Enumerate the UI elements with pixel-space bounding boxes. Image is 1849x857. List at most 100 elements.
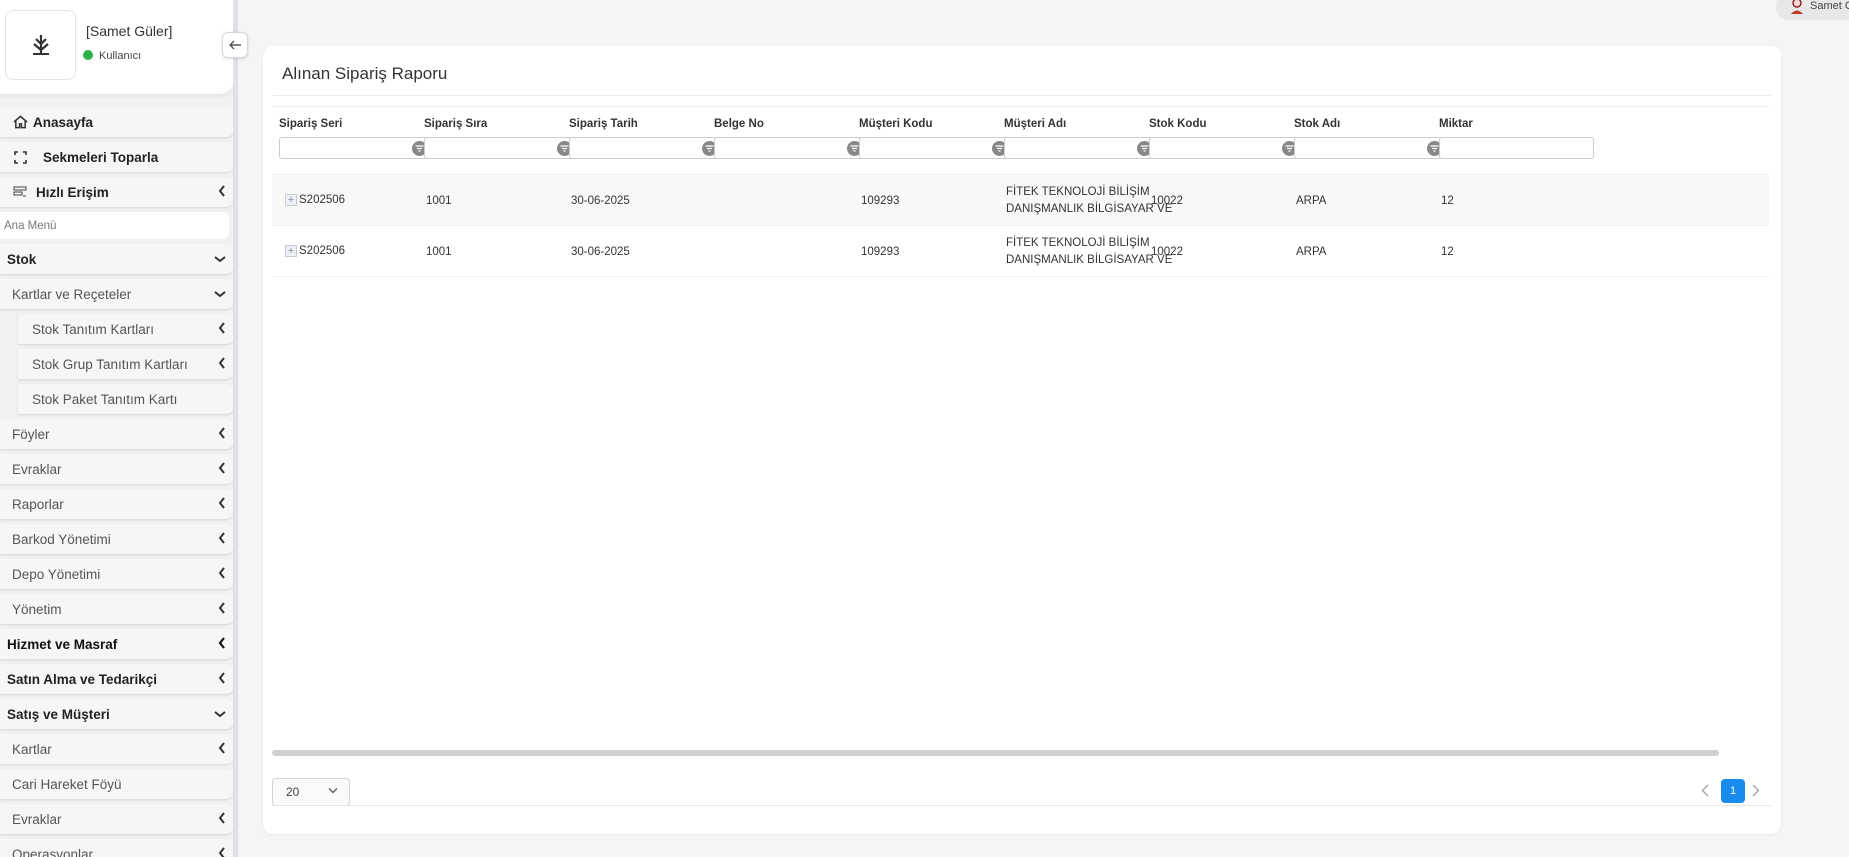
musteri-adi-line: FİTEK TEKNOLOJİ BİLİŞİM — [1006, 185, 1150, 198]
arrow-left-icon — [229, 40, 241, 50]
filter-input[interactable] — [424, 137, 579, 159]
sidebar-item-kartlar[interactable]: Kartlar — [0, 734, 234, 764]
sidebar-item-satin-alma-ve-tedarikci[interactable]: Satın Alma ve Tedarikçi — [0, 664, 234, 694]
sidebar-item-kartlar-ve-receteler[interactable]: Kartlar ve Reçeteler — [0, 279, 234, 309]
expand-row-icon[interactable]: + — [285, 194, 297, 206]
sidebar-item-label: Evraklar — [12, 811, 62, 827]
footer-divider — [272, 805, 1771, 806]
sidebar-item-label: Sekmeleri Toparla — [43, 149, 159, 165]
sidebar-item-raporlar[interactable]: Raporlar — [0, 489, 234, 519]
top-user-menu[interactable]: Samet G — [1776, 0, 1849, 20]
sidebar-item-evraklar-satis[interactable]: Evraklar — [0, 804, 234, 834]
cell-miktar: 12 — [1441, 194, 1454, 207]
filter-input[interactable] — [1294, 137, 1449, 159]
sidebar-item-label: Evraklar — [12, 461, 62, 477]
musteri-adi-line: DANIŞMANLIK BİLGİSAYAR VE — [1006, 202, 1173, 215]
sidebar-item-foyler[interactable]: Föyler — [0, 419, 234, 449]
sidebar-item-label: Kartlar ve Reçeteler — [12, 286, 132, 302]
data-grid: Sipariş Seri Sipariş Sıra Sipariş Tarih … — [272, 106, 1769, 676]
chevron-left-icon — [218, 357, 225, 369]
menu-search-input[interactable]: Ana Menü — [0, 212, 229, 239]
sidebar-item-label: Anasayfa — [33, 114, 94, 130]
cell-musteri-adi: FİTEK TEKNOLOJİ BİLİŞİM DANIŞMANLIK BİLG… — [1006, 175, 1172, 226]
chevron-left-icon — [218, 602, 225, 614]
chevron-down-icon — [214, 711, 226, 718]
sidebar-item-label: Depo Yönetimi — [12, 566, 101, 582]
chevron-left-icon — [218, 497, 225, 509]
next-page-icon[interactable] — [1752, 784, 1760, 802]
sidebar-item-label: Hızlı Erişim — [36, 184, 109, 200]
sidebar-item-satis-ve-musteri[interactable]: Satış ve Müşteri — [0, 699, 234, 729]
expand-icon — [7, 150, 33, 164]
cell-siparis-sira: 1001 — [426, 245, 452, 258]
sidebar-item-hizli-erisim[interactable]: Hızlı Erişim — [0, 177, 234, 207]
sidebar-collapse-button[interactable] — [222, 32, 248, 58]
horizontal-scrollbar[interactable] — [272, 750, 1719, 756]
sidebar-item-label: Föyler — [12, 426, 50, 442]
page-size-select[interactable]: 20 — [272, 778, 350, 806]
expand-row-icon[interactable]: + — [285, 245, 297, 257]
logo-icon — [32, 35, 49, 55]
filter-input[interactable] — [1004, 137, 1159, 159]
chevron-left-icon — [218, 567, 225, 579]
chevron-down-icon — [214, 256, 226, 263]
sidebar-item-anasayfa[interactable]: Anasayfa — [0, 107, 234, 137]
sidebar-item-stok-paket-tanitim-karti[interactable]: Stok Paket Tanıtım Kartı — [18, 384, 234, 414]
cell-musteri-adi: FİTEK TEKNOLOJİ BİLİŞİM DANIŞMANLIK BİLG… — [1006, 226, 1172, 277]
chevron-down-icon — [328, 788, 338, 794]
filter-input[interactable] — [1149, 137, 1304, 159]
table-row[interactable]: + S202506 1001 30-06-2025 109293 FİTEK T… — [272, 175, 1769, 226]
prev-page-icon[interactable] — [1701, 784, 1709, 802]
filter-input[interactable] — [279, 137, 434, 159]
chevron-down-icon — [214, 291, 226, 298]
cell-stok-kodu: 10022 — [1151, 194, 1183, 207]
profile-name: [Samet Güler] — [86, 23, 173, 39]
sidebar-item-stok-grup-tanitim-kartlari[interactable]: Stok Grup Tanıtım Kartları — [18, 349, 234, 379]
cell-stok-adi: ARPA — [1296, 194, 1327, 207]
profile-panel: [Samet Güler] Kullanıcı — [0, 0, 234, 94]
top-user-name: Samet G — [1810, 0, 1849, 12]
filter-input[interactable] — [569, 137, 724, 159]
page-number-button[interactable]: 1 — [1721, 779, 1745, 803]
filter-input[interactable] — [1439, 137, 1594, 159]
table-row[interactable]: + S202506 1001 30-06-2025 109293 FİTEK T… — [272, 226, 1769, 277]
chevron-left-icon — [218, 742, 225, 754]
filter-input[interactable] — [859, 137, 1014, 159]
sidebar-item-label: Operasyonlar — [12, 846, 94, 857]
musteri-adi-line: DANIŞMANLIK BİLGİSAYAR VE — [1006, 253, 1173, 266]
page-title: Alınan Sipariş Raporu — [282, 64, 448, 83]
page-size-value: 20 — [286, 785, 300, 799]
profile-role: Kullanıcı — [99, 50, 142, 62]
sidebar-item-cari-hareket-foyu[interactable]: Cari Hareket Föyü — [0, 769, 234, 799]
cell-stok-adi: ARPA — [1296, 245, 1327, 258]
chevron-left-icon — [218, 427, 225, 439]
cell-musteri-kodu: 109293 — [861, 194, 900, 207]
sidebar-item-yonetim[interactable]: Yönetim — [0, 594, 234, 624]
sidebar-item-barkod-yonetimi[interactable]: Barkod Yönetimi — [0, 524, 234, 554]
cell-siparis-tarih: 30-06-2025 — [571, 194, 630, 207]
sidebar-item-evraklar[interactable]: Evraklar — [0, 454, 234, 484]
chevron-left-icon — [218, 532, 225, 544]
sidebar-item-label: Stok — [7, 251, 37, 267]
user-avatar-icon — [1790, 0, 1804, 17]
sidebar-item-label: Satış ve Müşteri — [7, 706, 110, 722]
cell-siparis-seri: S202506 — [299, 244, 346, 257]
sidebar-item-operasyonlar[interactable]: Operasyonlar — [0, 839, 234, 857]
online-status-dot — [83, 50, 93, 60]
chevron-left-icon — [218, 637, 225, 649]
cell-miktar: 12 — [1441, 245, 1454, 258]
sidebar-item-stok[interactable]: Stok — [0, 244, 234, 274]
sidebar-item-sekmeleri-toparla[interactable]: Sekmeleri Toparla — [0, 142, 234, 172]
sidebar-item-label: Raporlar — [12, 496, 64, 512]
chevron-left-icon — [218, 185, 225, 197]
sidebar-item-hizmet-ve-masraf[interactable]: Hizmet ve Masraf — [0, 629, 234, 659]
company-logo — [5, 10, 76, 80]
filter-input[interactable] — [714, 137, 869, 159]
sidebar-item-depo-yonetimi[interactable]: Depo Yönetimi — [0, 559, 234, 589]
report-card: Alınan Sipariş Raporu Sipariş Seri Sipar… — [263, 46, 1781, 834]
cell-siparis-seri: S202506 — [299, 193, 346, 206]
sidebar-item-stok-tanitim-kartlari[interactable]: Stok Tanıtım Kartları — [18, 314, 234, 344]
column-miktar: Miktar — [1439, 118, 1609, 159]
grid-header: Sipariş Seri Sipariş Sıra Sipariş Tarih … — [272, 107, 1769, 175]
cell-siparis-tarih: 30-06-2025 — [571, 245, 630, 258]
